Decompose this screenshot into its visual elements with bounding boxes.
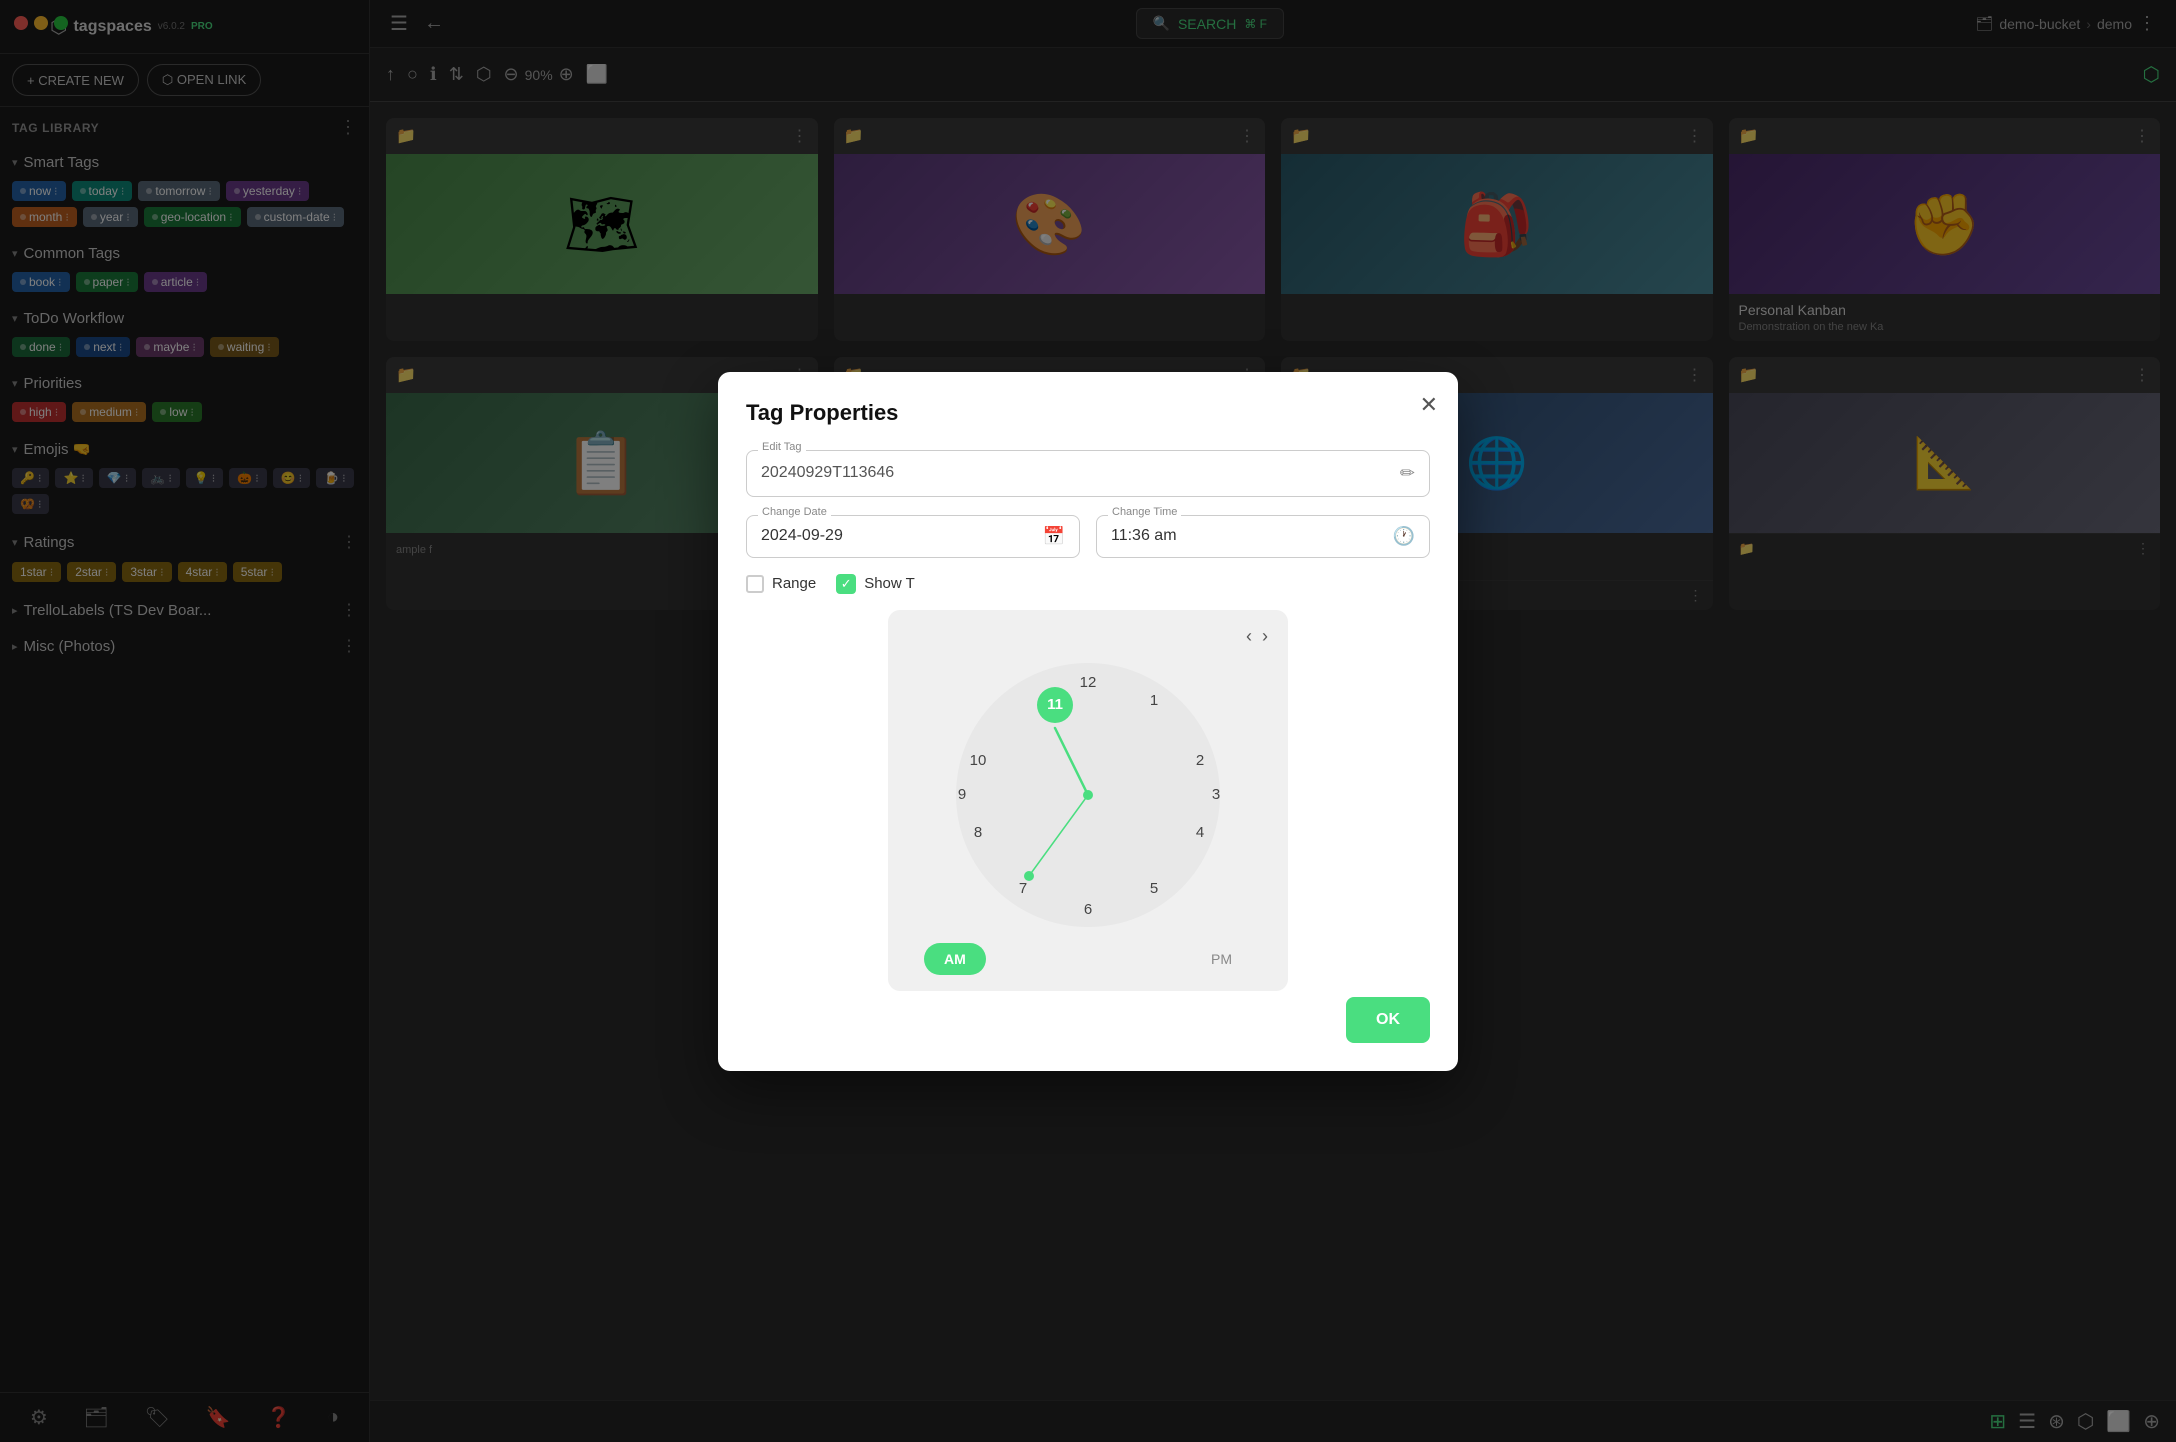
clock-section: ‹ › 12 1 2 [746, 610, 1430, 991]
clock-center-dot [1083, 790, 1093, 800]
edit-tag-label: Edit Tag [758, 441, 806, 453]
clock-prev-button[interactable]: ‹ [1246, 626, 1252, 647]
clock-num-6: 6 [1084, 900, 1092, 917]
date-field[interactable]: 2024-09-29 📅 [746, 515, 1080, 558]
clock-face-wrap: 12 1 2 3 4 5 6 7 [908, 655, 1268, 935]
change-date-label: Change Date [758, 506, 831, 518]
modal-close-button[interactable]: ✕ [1420, 392, 1438, 418]
date-time-row: Change Date 2024-09-29 📅 Change Time 11:… [746, 515, 1430, 558]
range-label: Range [772, 575, 816, 592]
edit-tag-input[interactable] [761, 464, 1400, 482]
ampm-row: AM PM [908, 935, 1268, 975]
am-button[interactable]: AM [924, 943, 986, 975]
clock-num-7: 7 [1019, 879, 1027, 896]
clock-num-1: 1 [1150, 691, 1158, 708]
clock-container: ‹ › 12 1 2 [888, 610, 1288, 991]
clock-num-10: 10 [970, 751, 987, 768]
edit-tag-container: Edit Tag ✏ [746, 450, 1430, 497]
clock-num-8: 8 [974, 823, 982, 840]
range-checkbox-wrap: Range [746, 575, 816, 593]
show-t-label: Show T [864, 575, 915, 592]
checkmark-icon: ✓ [841, 576, 852, 592]
show-t-checkbox[interactable]: ✓ [836, 574, 856, 594]
change-time-label: Change Time [1108, 506, 1181, 518]
clock-num-9: 9 [958, 785, 966, 802]
options-row: Range ✓ Show T [746, 574, 1430, 594]
clock-num-4: 4 [1196, 823, 1204, 840]
date-field-wrap: Change Date 2024-09-29 📅 [746, 515, 1080, 558]
pm-button[interactable]: PM [1191, 943, 1252, 975]
time-value: 11:36 am [1111, 527, 1177, 545]
clock-num-11: 11 [1047, 695, 1063, 712]
clock-num-3: 3 [1212, 785, 1220, 802]
edit-pencil-icon[interactable]: ✏ [1400, 463, 1415, 484]
time-field-wrap: Change Time 11:36 am 🕐 [1096, 515, 1430, 558]
ok-button[interactable]: OK [1346, 997, 1430, 1043]
clock-face-svg: 12 1 2 3 4 5 6 7 [948, 655, 1228, 935]
edit-tag-field: ✏ [746, 450, 1430, 497]
modal-title: Tag Properties [746, 400, 1430, 426]
range-checkbox[interactable] [746, 575, 764, 593]
calendar-icon[interactable]: 📅 [1043, 526, 1065, 547]
clock-next-button[interactable]: › [1262, 626, 1268, 647]
clock-num-12: 12 [1080, 673, 1097, 690]
tag-properties-modal: Tag Properties ✕ Edit Tag ✏ Change Date … [718, 372, 1458, 1071]
modal-overlay: Tag Properties ✕ Edit Tag ✏ Change Date … [0, 0, 2176, 1442]
clock-nav: ‹ › [908, 626, 1268, 647]
clock-num-5: 5 [1150, 879, 1158, 896]
clock-icon[interactable]: 🕐 [1393, 526, 1415, 547]
clock-num-2: 2 [1196, 751, 1204, 768]
time-field[interactable]: 11:36 am 🕐 [1096, 515, 1430, 558]
date-value: 2024-09-29 [761, 527, 843, 545]
clock-minute-dot [1024, 871, 1034, 881]
show-t-checkbox-wrap: ✓ Show T [836, 574, 915, 594]
